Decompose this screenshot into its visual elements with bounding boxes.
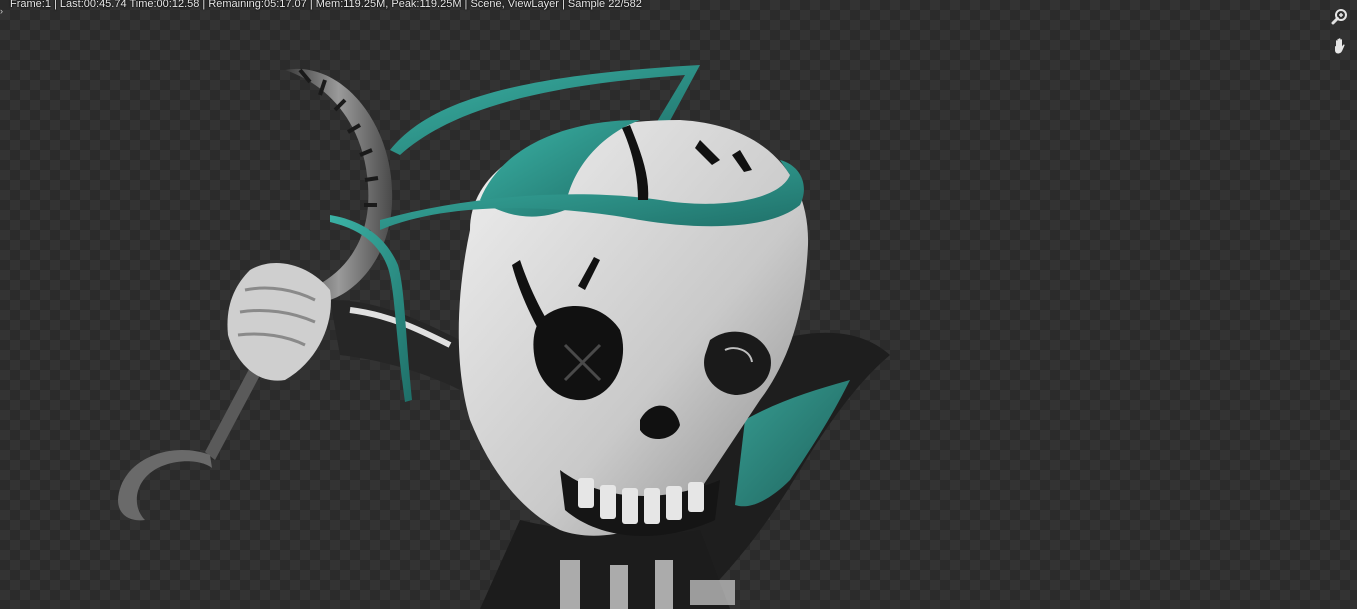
render-status-text: Frame:1 | Last:00:45.74 Time:00:12.58 | … — [10, 0, 642, 10]
torso-rib-2 — [610, 565, 628, 609]
render-viewport[interactable]: › Frame:1 | Last:00:45.74 Time:00:12.58 … — [0, 0, 1357, 609]
pan-button[interactable] — [1329, 35, 1351, 57]
torso-rib-1 — [560, 560, 580, 609]
scythe-hook — [118, 450, 212, 521]
render-image — [118, 65, 890, 609]
hand — [227, 262, 331, 381]
belt-buckle — [690, 580, 735, 605]
toolbar-collapse-arrow[interactable]: › — [0, 6, 3, 16]
zoom-icon — [1331, 9, 1347, 25]
zoom-button[interactable] — [1329, 6, 1351, 28]
scythe-blade — [285, 68, 393, 300]
hand-pan-icon — [1335, 38, 1345, 54]
torso-rib-3 — [655, 560, 673, 609]
